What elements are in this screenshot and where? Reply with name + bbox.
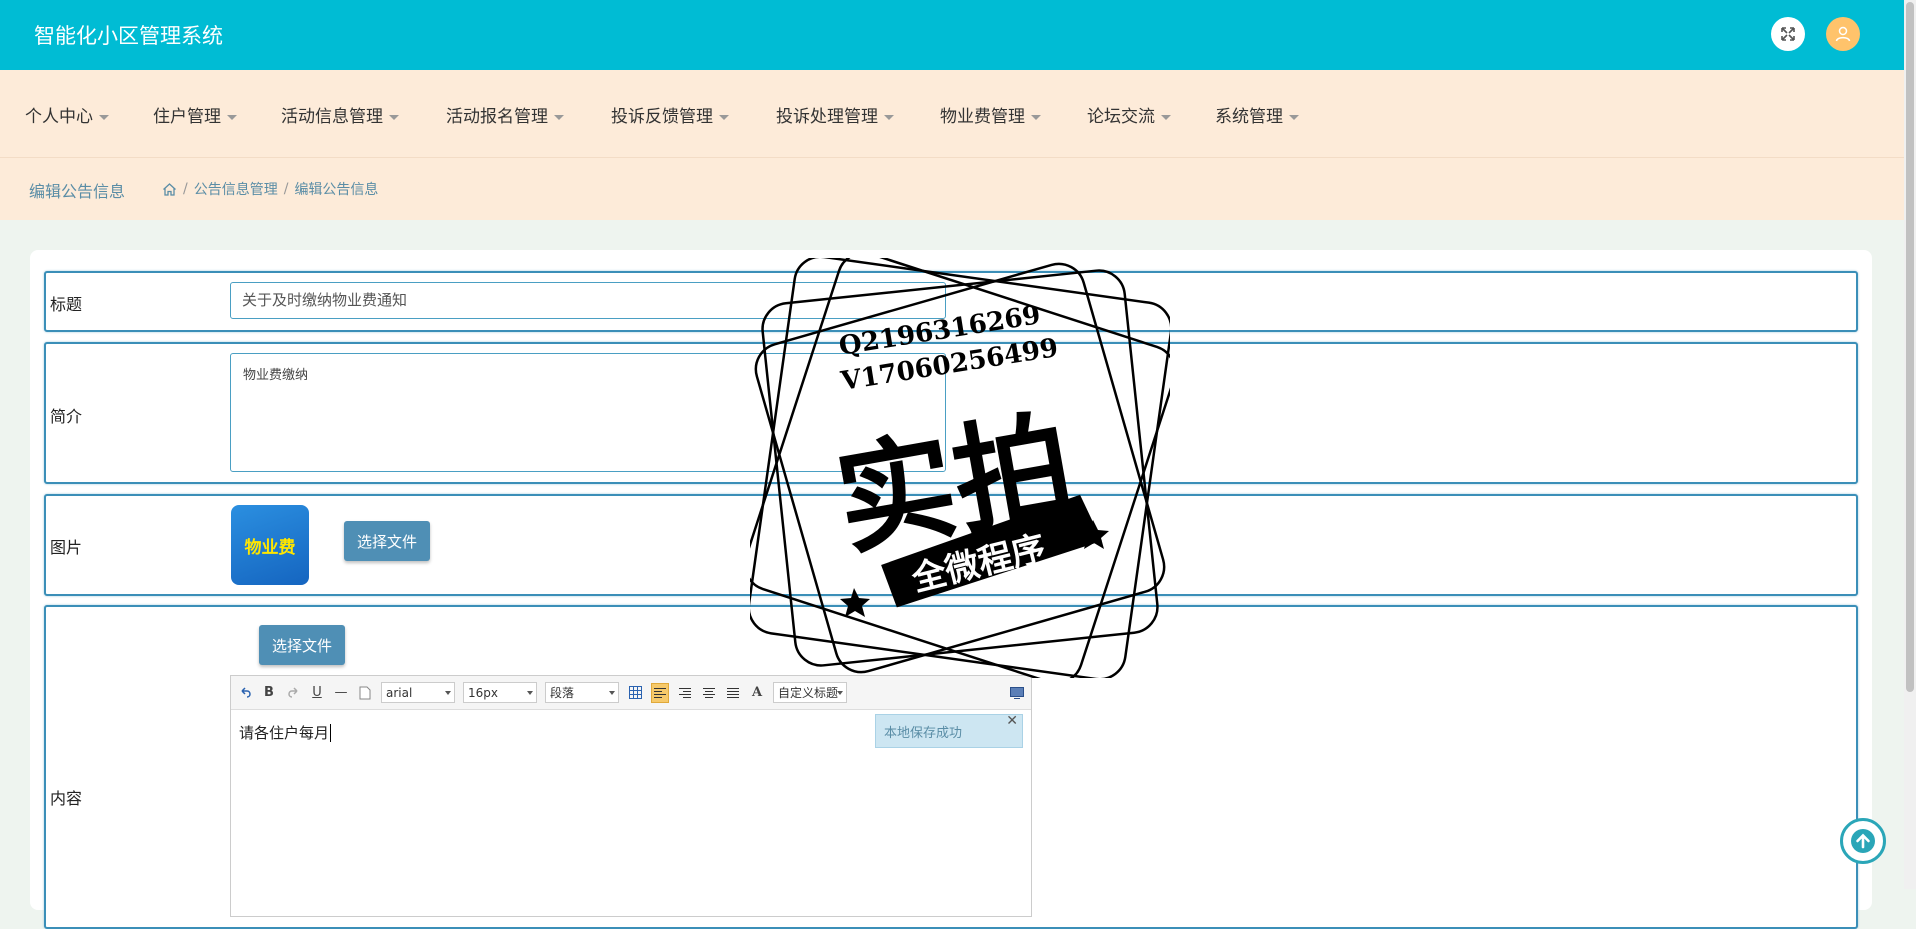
nav-complaint-handling[interactable]: 投诉处理管理: [776, 102, 894, 127]
align-left-icon[interactable]: [651, 682, 669, 703]
scroll-to-top-button[interactable]: [1840, 818, 1886, 864]
image-thumbnail: 物业费: [231, 505, 309, 585]
caret-down-icon: [227, 114, 237, 120]
choose-file-button[interactable]: 选择文件: [344, 521, 430, 561]
paragraph-select[interactable]: 段落: [545, 682, 619, 703]
top-bar: 智能化小区管理系统: [0, 0, 1904, 70]
image-label: 图片: [50, 538, 83, 557]
breadcrumb-separator: /: [183, 181, 188, 197]
nav-forum[interactable]: 论坛交流: [1087, 102, 1171, 127]
caret-down-icon: [389, 114, 399, 120]
caret-down-icon: [884, 114, 894, 120]
breadcrumb-bar: 编辑公告信息 / 公告信息管理 / 编辑公告信息: [0, 157, 1904, 220]
align-justify-icon[interactable]: [725, 684, 741, 702]
horizontal-rule-icon[interactable]: —: [333, 684, 349, 702]
breadcrumb-item-edit-notice: 编辑公告信息: [294, 182, 379, 198]
toast-message: 本地保存成功: [884, 725, 963, 741]
home-icon[interactable]: [162, 182, 177, 197]
summary-label: 简介: [50, 407, 83, 426]
font-size-select[interactable]: 16px: [463, 682, 537, 703]
save-toast: 本地保存成功 ✕: [875, 713, 1023, 748]
breadcrumb: / 公告信息管理 / 编辑公告信息: [162, 179, 378, 199]
user-icon: [1835, 26, 1851, 42]
caret-down-icon: [1289, 114, 1299, 120]
custom-heading-select[interactable]: 自定义标题: [773, 682, 847, 703]
rich-text-editor: B U — arial 16px 段落 A 自定义标题 请各住户每月 本地保存成…: [230, 675, 1032, 917]
caret-down-icon: [554, 114, 564, 120]
editor-content: 请各住户每月: [239, 724, 330, 742]
nav-property-fee[interactable]: 物业费管理: [940, 102, 1041, 127]
align-right-icon[interactable]: [677, 684, 693, 702]
fullscreen-editor-icon[interactable]: [1009, 684, 1025, 702]
arrow-up-icon: [1851, 829, 1875, 853]
bold-icon[interactable]: B: [261, 684, 277, 702]
caret-down-icon: [719, 114, 729, 120]
content-choose-file-button[interactable]: 选择文件: [259, 625, 345, 665]
nav-personal-center[interactable]: 个人中心: [25, 102, 109, 127]
expand-icon: [1781, 27, 1795, 41]
redo-icon[interactable]: [285, 684, 301, 702]
font-color-icon[interactable]: A: [749, 684, 765, 702]
user-avatar-button[interactable]: [1826, 17, 1860, 51]
close-icon[interactable]: ✕: [1006, 713, 1018, 729]
underline-icon[interactable]: U: [309, 684, 325, 702]
nav-resident-management[interactable]: 住户管理: [153, 102, 237, 127]
title-label: 标题: [50, 295, 83, 314]
watermark-stamp: Q2196316269 V17060256499 实拍 全微程序: [750, 258, 1170, 678]
scrollbar-thumb[interactable]: [1906, 2, 1914, 692]
nav-complaint-feedback[interactable]: 投诉反馈管理: [611, 102, 729, 127]
caret-down-icon: [1031, 114, 1041, 120]
page-title: 编辑公告信息: [29, 182, 126, 201]
table-icon[interactable]: [627, 684, 643, 702]
editor-toolbar: B U — arial 16px 段落 A 自定义标题: [231, 676, 1031, 710]
page-icon[interactable]: [357, 684, 373, 702]
thumbnail-text: 物业费: [244, 537, 296, 558]
fullscreen-button[interactable]: [1771, 17, 1805, 51]
align-center-icon[interactable]: [701, 684, 717, 702]
font-family-select[interactable]: arial: [381, 682, 455, 703]
content-label: 内容: [50, 789, 83, 808]
caret-down-icon: [99, 114, 109, 120]
undo-icon[interactable]: [237, 684, 253, 702]
nav-activity-signup[interactable]: 活动报名管理: [446, 102, 564, 127]
nav-system-management[interactable]: 系统管理: [1215, 102, 1299, 127]
breadcrumb-separator: /: [283, 181, 289, 197]
main-nav: 个人中心 住户管理 活动信息管理 活动报名管理 投诉反馈管理 投诉处理管理 物业…: [0, 70, 1904, 157]
nav-activity-info[interactable]: 活动信息管理: [281, 102, 399, 127]
app-title: 智能化小区管理系统: [34, 24, 223, 48]
breadcrumb-item-notice-management[interactable]: 公告信息管理: [194, 179, 278, 199]
page-scrollbar[interactable]: [1904, 0, 1916, 889]
caret-down-icon: [1161, 114, 1171, 120]
